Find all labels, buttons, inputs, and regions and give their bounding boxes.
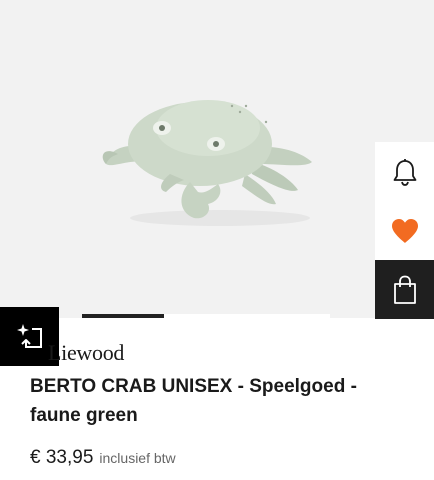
side-action-bar xyxy=(375,142,434,319)
gallery-progress-track xyxy=(82,314,330,318)
product-image-gallery[interactable] xyxy=(0,0,434,318)
heart-icon xyxy=(391,218,418,243)
wishlist-button[interactable] xyxy=(375,201,434,260)
add-to-bag-button[interactable] xyxy=(375,260,434,319)
product-image[interactable] xyxy=(100,86,326,228)
product-title: BERTO CRAB UNISEX - Speelgoed - faune gr… xyxy=(30,376,357,426)
sparkle-compare-icon xyxy=(16,323,42,348)
product-price: € 33,95 xyxy=(30,447,94,468)
brand-name[interactable]: Liewood xyxy=(48,340,124,366)
price-vat-note: inclusief btw xyxy=(99,450,176,466)
gallery-progress-fill xyxy=(82,314,164,318)
shopping-bag-icon xyxy=(393,275,416,304)
price-row: € 33,95 inclusief btw xyxy=(30,447,176,469)
bell-icon xyxy=(393,158,416,186)
notify-button[interactable] xyxy=(375,142,434,201)
